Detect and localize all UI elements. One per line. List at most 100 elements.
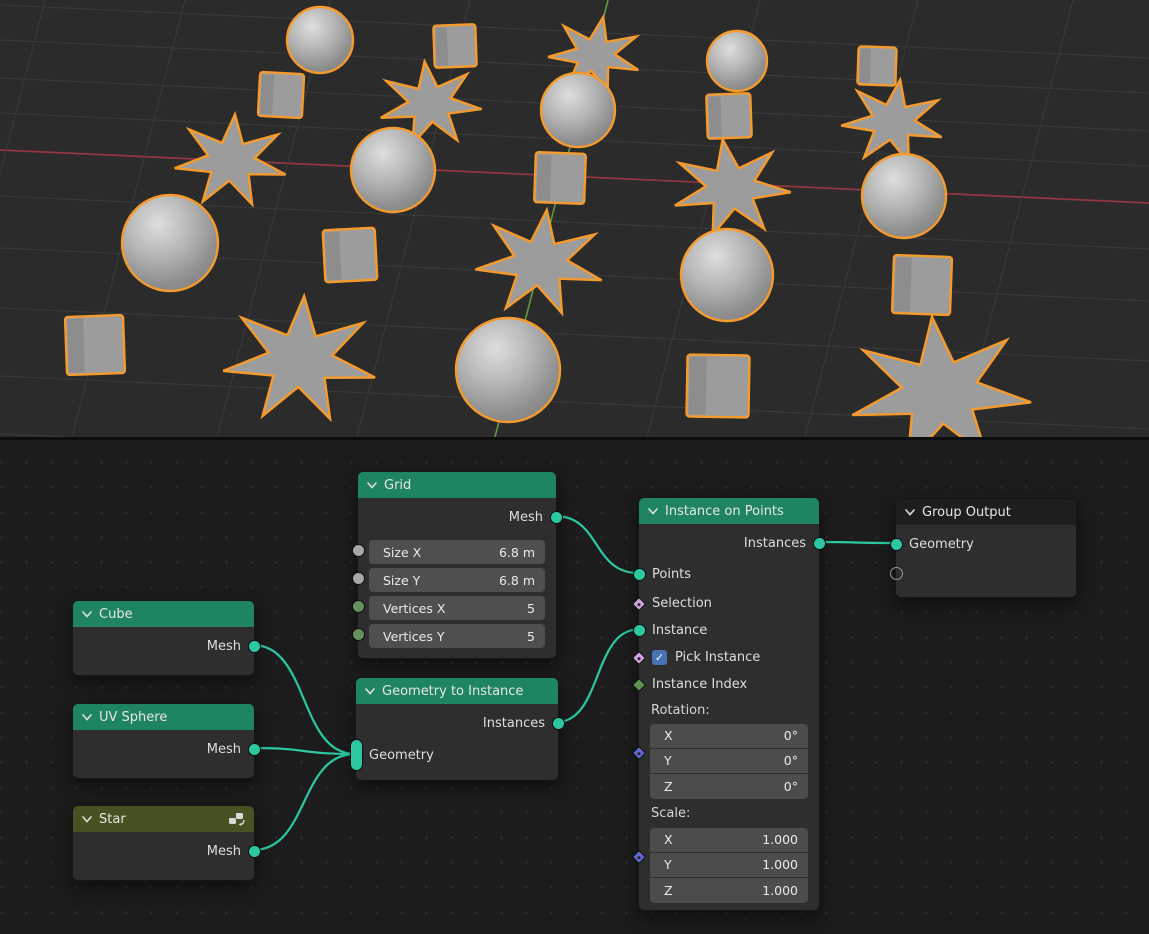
- instance-sphere[interactable]: [541, 73, 615, 147]
- scale-y-field[interactable]: Y1.000: [650, 853, 808, 878]
- vector-field-scale[interactable]: X1.000Y1.000Z1.000: [639, 826, 819, 904]
- gout-virtual-socket[interactable]: [890, 567, 903, 580]
- node-star[interactable]: Star Mesh: [72, 805, 255, 881]
- field-size-x[interactable]: Size X6.8 m: [369, 540, 545, 564]
- collapse-chevron-icon[interactable]: [82, 816, 92, 823]
- row-field-size-y[interactable]: Size Y6.8 m: [358, 566, 556, 594]
- row-output-mesh[interactable]: Mesh: [73, 734, 254, 764]
- grid-size_x-socket[interactable]: [352, 544, 365, 557]
- cube-mesh-socket[interactable]: [248, 640, 261, 653]
- node-cube[interactable]: Cube Mesh: [72, 600, 255, 676]
- row-output-mesh[interactable]: Mesh: [358, 502, 556, 532]
- grid-size_y-socket[interactable]: [352, 572, 365, 585]
- g2i-geometry-socket[interactable]: [350, 739, 363, 771]
- field-size-y[interactable]: Size Y6.8 m: [369, 568, 545, 592]
- rotation-vector-group[interactable]: X0°Y0°Z0°: [650, 724, 808, 799]
- uvsphere-mesh-socket[interactable]: [248, 743, 261, 756]
- scale-z-field[interactable]: Z1.000: [650, 878, 808, 903]
- node-g2i[interactable]: Geometry to Instance InstancesGeometry: [355, 677, 559, 781]
- instance-sphere[interactable]: [351, 128, 435, 212]
- star-mesh-socket[interactable]: [248, 845, 261, 858]
- instance-cube[interactable]: [65, 315, 125, 375]
- row-input-pick-instance[interactable]: ✓Pick Instance: [639, 644, 819, 671]
- node-header-grid[interactable]: Grid: [358, 472, 556, 498]
- row-input-points[interactable]: Points: [639, 558, 819, 590]
- rotation-x-field[interactable]: X0°: [650, 724, 808, 749]
- instance-sphere[interactable]: [681, 229, 773, 321]
- node-title: Instance on Points: [665, 504, 810, 519]
- field-vertices-x[interactable]: Vertices X5: [369, 596, 545, 620]
- row-input-instance-index[interactable]: Instance Index: [639, 671, 819, 698]
- viewport-3d[interactable]: [0, 0, 1149, 437]
- row-output-mesh[interactable]: Mesh: [73, 631, 254, 661]
- row-field-size-x[interactable]: Size X6.8 m: [358, 538, 556, 566]
- instance-cube[interactable]: [258, 72, 304, 118]
- collapse-chevron-icon[interactable]: [648, 508, 658, 515]
- axis-label: Y: [664, 753, 672, 768]
- field-vertices-y[interactable]: Vertices Y5: [369, 624, 545, 648]
- grid-vertices_y-socket[interactable]: [352, 628, 365, 641]
- row-field-vertices-y[interactable]: Vertices Y5: [358, 622, 556, 650]
- pick-instance-checkbox[interactable]: ✓: [652, 650, 667, 665]
- collapse-chevron-icon[interactable]: [82, 611, 92, 618]
- instance-cube[interactable]: [892, 255, 952, 315]
- g2i-instances-socket[interactable]: [552, 717, 565, 730]
- output-label: Mesh: [207, 742, 241, 757]
- gout-geometry-socket[interactable]: [890, 538, 903, 551]
- row-input-geometry[interactable]: Geometry: [896, 529, 1076, 559]
- iop-instances-socket[interactable]: [813, 537, 826, 550]
- instance-cube[interactable]: [857, 46, 896, 85]
- instance-sphere[interactable]: [862, 154, 946, 238]
- scale-x-field[interactable]: X1.000: [650, 828, 808, 853]
- node-iop[interactable]: Instance on Points InstancesPointsSelecti…: [638, 497, 820, 911]
- section-label-rotation: Rotation:: [639, 698, 819, 722]
- rotation-z-field[interactable]: Z0°: [650, 774, 808, 799]
- instance-cube[interactable]: [433, 24, 476, 67]
- row-output-instances[interactable]: Instances: [356, 708, 558, 738]
- row-output-instances[interactable]: Instances: [639, 528, 819, 558]
- instance-cube[interactable]: [706, 93, 752, 139]
- iop-instance-socket[interactable]: [633, 624, 646, 637]
- node-header-g2i[interactable]: Geometry to Instance: [356, 678, 558, 704]
- instance-cube[interactable]: [323, 228, 378, 283]
- collapse-chevron-icon[interactable]: [905, 509, 915, 516]
- node-link: [253, 754, 355, 850]
- row-output-mesh[interactable]: Mesh: [73, 836, 254, 866]
- node-title: Cube: [99, 607, 245, 622]
- instance-sphere[interactable]: [287, 7, 353, 73]
- row-input-selection[interactable]: Selection: [639, 590, 819, 617]
- node-header-gout[interactable]: Group Output: [896, 499, 1076, 525]
- node-header-star[interactable]: Star: [73, 806, 254, 832]
- instance-cube[interactable]: [534, 152, 586, 204]
- instance-sphere[interactable]: [707, 31, 767, 91]
- viewport-canvas[interactable]: [0, 0, 1149, 437]
- row-input-instance[interactable]: Instance: [639, 617, 819, 644]
- row-virtual-socket[interactable]: [896, 559, 1076, 587]
- node-header-iop[interactable]: Instance on Points: [639, 498, 819, 524]
- scale-vector-group[interactable]: X1.000Y1.000Z1.000: [650, 828, 808, 903]
- collapse-chevron-icon[interactable]: [367, 482, 377, 489]
- vector-field-rotation[interactable]: X0°Y0°Z0°: [639, 722, 819, 800]
- geometry-nodes-editor[interactable]: Cube Mesh UV Sphere Mesh Star Mesh Grid Mesh Siz…: [0, 440, 1149, 934]
- row-input-geometry[interactable]: Geometry: [356, 738, 558, 772]
- grid-vertices_x-socket[interactable]: [352, 600, 365, 613]
- rotation-y-field[interactable]: Y0°: [650, 749, 808, 774]
- instance-sphere[interactable]: [122, 195, 218, 291]
- row-field-vertices-x[interactable]: Vertices X5: [358, 594, 556, 622]
- grid-mesh-socket[interactable]: [550, 511, 563, 524]
- axis-value: 1.000: [762, 857, 798, 872]
- collapse-chevron-icon[interactable]: [82, 714, 92, 721]
- axis-value: 1.000: [762, 832, 798, 847]
- node-grid[interactable]: Grid Mesh Size X6.8 m Size Y6.8 m Vertices X…: [357, 471, 557, 659]
- node-link: [557, 630, 638, 723]
- node-gout[interactable]: Group Output Geometry: [895, 498, 1077, 598]
- instance-cube[interactable]: [686, 354, 749, 417]
- node-header-cube[interactable]: Cube: [73, 601, 254, 627]
- instance-sphere[interactable]: [456, 318, 560, 422]
- axis-label: X: [664, 728, 673, 743]
- node-uvsphere[interactable]: UV Sphere Mesh: [72, 703, 255, 779]
- iop-points-socket[interactable]: [633, 568, 646, 581]
- collapse-chevron-icon[interactable]: [365, 688, 375, 695]
- field-label: Size X: [383, 545, 421, 560]
- node-header-uvsphere[interactable]: UV Sphere: [73, 704, 254, 730]
